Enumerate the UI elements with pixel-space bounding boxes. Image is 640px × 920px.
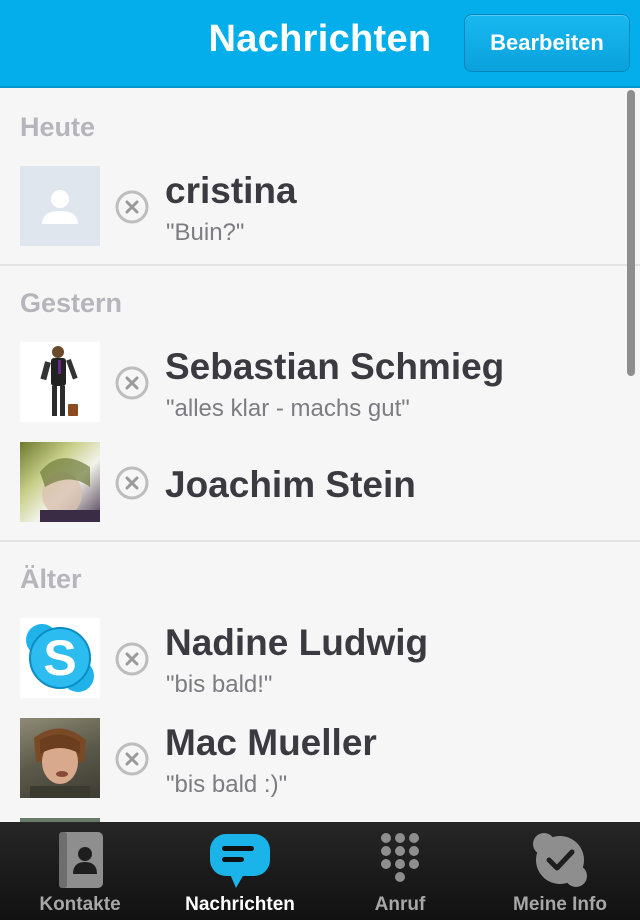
edit-button[interactable]: Bearbeiten (464, 14, 630, 72)
last-message: "alles klar - machs gut" (166, 395, 410, 422)
conversation-row[interactable]: Joachim Stein (0, 442, 640, 542)
conversation-row[interactable]: Sebastian Schmieg "alles klar - machs gu… (0, 342, 640, 442)
last-message: "bis bald!" (166, 671, 273, 698)
remove-conversation-icon[interactable] (115, 190, 149, 224)
contact-name: Nadine Ludwig (165, 622, 429, 663)
contact-name: Sebastian Schmieg (165, 346, 505, 387)
last-message: "bis bald :)" (166, 771, 288, 798)
tab-my-info[interactable]: Meine Info (480, 822, 640, 920)
tab-label: Nachrichten (185, 894, 295, 915)
contacts-icon (55, 830, 105, 895)
contact-name: Joachim Stein (165, 464, 416, 505)
section-divider (0, 540, 640, 542)
section-divider (0, 264, 640, 266)
avatar (20, 718, 100, 798)
remove-conversation-icon[interactable] (115, 742, 149, 776)
conversation-row[interactable]: Mac Mueller "bis bald :)" (0, 718, 640, 818)
default-avatar-icon (20, 166, 100, 246)
section-header-older: Älter (20, 564, 82, 594)
conversation-row[interactable]: cristina "Buin?" (0, 166, 640, 266)
contact-name: Mac Mueller (165, 722, 377, 763)
tab-contacts[interactable]: Kontakte (0, 822, 160, 920)
remove-conversation-icon[interactable] (115, 366, 149, 400)
tab-messages[interactable]: Nachrichten (160, 822, 320, 920)
profile-check-icon (530, 830, 590, 895)
scrollbar[interactable] (627, 90, 635, 376)
conversation-list[interactable]: Heute cristina "Buin?" Gestern Sebastian… (0, 88, 640, 822)
tab-label: Anruf (374, 894, 426, 915)
dialpad-icon (378, 830, 422, 895)
chat-bubble-icon (208, 830, 272, 895)
skype-logo: S (20, 618, 100, 698)
section-header-today: Heute (20, 112, 96, 142)
conversation-row[interactable]: S Nadine Ludwig "bis bald!" (0, 618, 640, 718)
contact-name: cristina (165, 170, 297, 211)
tab-label: Meine Info (513, 894, 607, 915)
section-header-yesterday: Gestern (20, 288, 123, 318)
tab-label: Kontakte (39, 894, 121, 915)
tab-bar: Kontakte Nachrichten Anruf Meine Info (0, 822, 640, 920)
last-message: "Buin?" (166, 219, 245, 246)
avatar (20, 442, 100, 522)
avatar (20, 342, 100, 422)
nav-header: Nachrichten Bearbeiten (0, 0, 640, 88)
tab-call[interactable]: Anruf (320, 822, 480, 920)
remove-conversation-icon[interactable] (115, 642, 149, 676)
remove-conversation-icon[interactable] (115, 466, 149, 500)
svg-text:S: S (43, 630, 76, 686)
